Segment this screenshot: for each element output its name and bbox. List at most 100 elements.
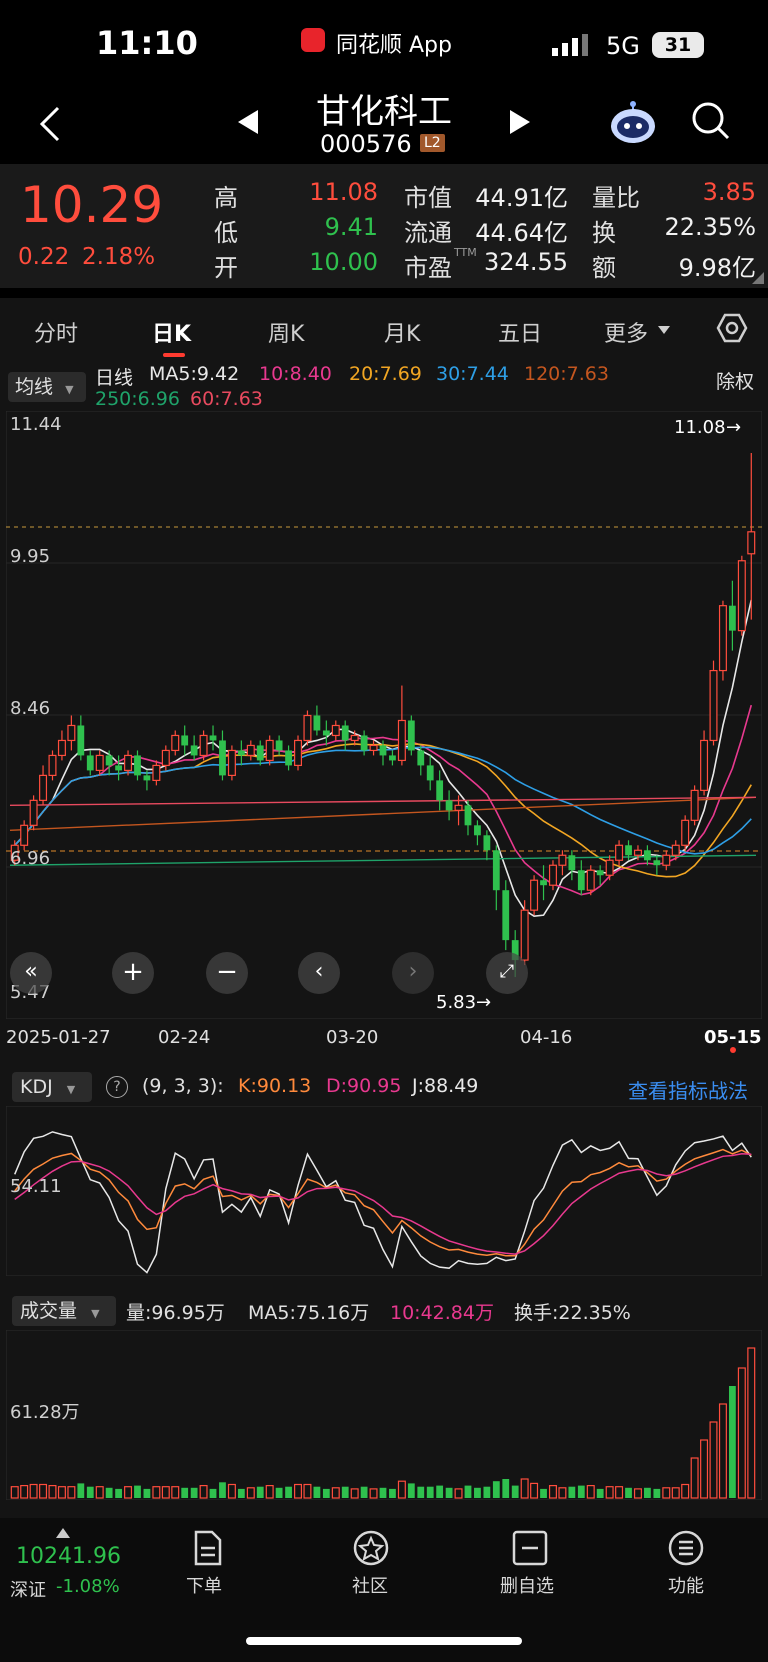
high-arrow-icon: →	[726, 417, 742, 438]
dropdown-arrow-icon: ▼	[65, 383, 74, 396]
robot-assistant-icon[interactable]	[608, 98, 658, 146]
candle	[246, 744, 255, 757]
candle	[728, 605, 736, 631]
volume-bar	[474, 1487, 481, 1498]
next-stock-icon[interactable]	[508, 108, 532, 136]
tab-monthly-k[interactable]: 月K	[384, 316, 420, 348]
candle	[586, 869, 595, 891]
candle	[615, 844, 624, 861]
tab-daily-k[interactable]: 日K	[152, 316, 191, 348]
volume-bar	[417, 1486, 425, 1498]
nav-remove-watchlist-button[interactable]: 删自选	[500, 1530, 560, 1600]
candlestick-chart[interactable]	[6, 411, 762, 1019]
volume-bar	[313, 1486, 321, 1498]
candle	[644, 850, 651, 861]
kdj-selector[interactable]: KDJ ▼	[12, 1072, 92, 1102]
tab-intraday[interactable]: 分时	[34, 316, 78, 348]
volume-bar	[360, 1486, 368, 1498]
index-change: -1.08%	[56, 1576, 120, 1597]
volume-bar	[86, 1486, 94, 1498]
active-tab-indicator	[163, 353, 185, 357]
scroll-right-button[interactable]: ›	[392, 952, 434, 994]
dropdown-arrow-icon: ▼	[91, 1307, 100, 1320]
tab-five-day[interactable]: 五日	[498, 316, 542, 348]
nav-function-label: 功能	[668, 1576, 704, 1597]
ma60-legend: 60:7.63	[190, 388, 263, 410]
date-axis-label: 02-24	[158, 1027, 211, 1048]
candle	[577, 870, 585, 891]
home-indicator[interactable]	[246, 1637, 522, 1645]
candle	[709, 669, 718, 742]
volume-bar	[568, 1486, 576, 1498]
ma-selector[interactable]: 均线 ▼	[8, 372, 86, 402]
volume-bar	[397, 1480, 406, 1499]
nav-remove-watchlist-label: 删自选	[500, 1576, 554, 1597]
fullscreen-button[interactable]: ⤢	[486, 952, 528, 994]
nav-order-button[interactable]: 下单	[186, 1530, 234, 1600]
volume-bar	[464, 1485, 472, 1498]
volume-selector[interactable]: 成交量 ▼	[12, 1296, 116, 1326]
date-axis-label: 03-20	[326, 1027, 379, 1048]
volume-bar	[407, 1483, 415, 1498]
volume-bar	[227, 1483, 236, 1499]
float-cap-value: 44.64亿	[475, 219, 568, 247]
kdj-selector-label: KDJ	[20, 1076, 53, 1098]
volume-bar	[134, 1485, 141, 1498]
tab-weekly-k[interactable]: 周K	[268, 316, 304, 348]
volume-ratio-value: 3.85	[702, 178, 756, 206]
scroll-left-button[interactable]: ‹	[298, 952, 340, 994]
period-label: 日线	[95, 367, 134, 389]
volume-bar	[124, 1486, 133, 1499]
volume-bar	[681, 1483, 690, 1499]
indicator-strategy-link[interactable]: 查看指标战法	[628, 1075, 748, 1104]
settings-icon[interactable]	[716, 312, 748, 344]
price-axis-label: 8.46	[10, 698, 51, 719]
volume-bar	[20, 1485, 29, 1499]
remove-watchlist-icon	[512, 1530, 548, 1566]
candle	[143, 775, 151, 781]
ma20-legend: 20:7.69	[349, 363, 422, 385]
level2-badge: L2	[420, 134, 445, 152]
date-axis-label: 04-16	[520, 1027, 573, 1048]
candle	[540, 880, 547, 886]
open-value: 10.00	[309, 248, 378, 276]
volume-bar	[454, 1488, 463, 1499]
index-up-caret-icon	[56, 1528, 70, 1538]
volume-bar	[653, 1488, 661, 1498]
collapse-left-button[interactable]: «	[10, 952, 52, 994]
expand-corner-icon[interactable]	[752, 272, 764, 284]
price-axis-label: 6.96	[10, 848, 51, 869]
kdj-k-value: K:90.13	[238, 1075, 312, 1097]
candle	[747, 531, 756, 555]
candle	[161, 749, 170, 767]
volume-bar	[737, 1367, 746, 1499]
price-axis-label: 9.95	[10, 546, 51, 567]
high-label: 高	[214, 184, 238, 212]
volume-bar	[171, 1486, 180, 1499]
candle	[389, 755, 396, 761]
volume-bar	[511, 1485, 519, 1498]
signal-icon	[552, 34, 588, 56]
nav-function-button[interactable]: 功能	[668, 1530, 716, 1600]
candle	[313, 715, 321, 731]
volume-bar	[294, 1483, 303, 1499]
candle	[105, 755, 113, 766]
tab-more[interactable]: 更多	[604, 316, 648, 348]
index-value[interactable]: 10241.96	[16, 1544, 121, 1569]
candle	[219, 740, 226, 776]
volume-bar	[57, 1486, 66, 1499]
help-icon[interactable]: ?	[106, 1076, 128, 1098]
ma120-line	[9, 796, 757, 832]
zoom-in-button[interactable]: +	[112, 952, 154, 994]
volume-bar	[445, 1487, 453, 1498]
volume-bar	[77, 1483, 85, 1498]
volume-bar	[350, 1488, 359, 1499]
candle	[209, 735, 217, 741]
zoom-out-button[interactable]: −	[206, 952, 248, 994]
candle	[227, 749, 236, 776]
volume-bar	[39, 1483, 48, 1499]
nav-community-button[interactable]: 社区	[352, 1530, 400, 1600]
ex-rights-toggle[interactable]: 除权	[716, 367, 754, 394]
volume-bar	[662, 1487, 671, 1499]
search-icon[interactable]	[690, 100, 732, 142]
